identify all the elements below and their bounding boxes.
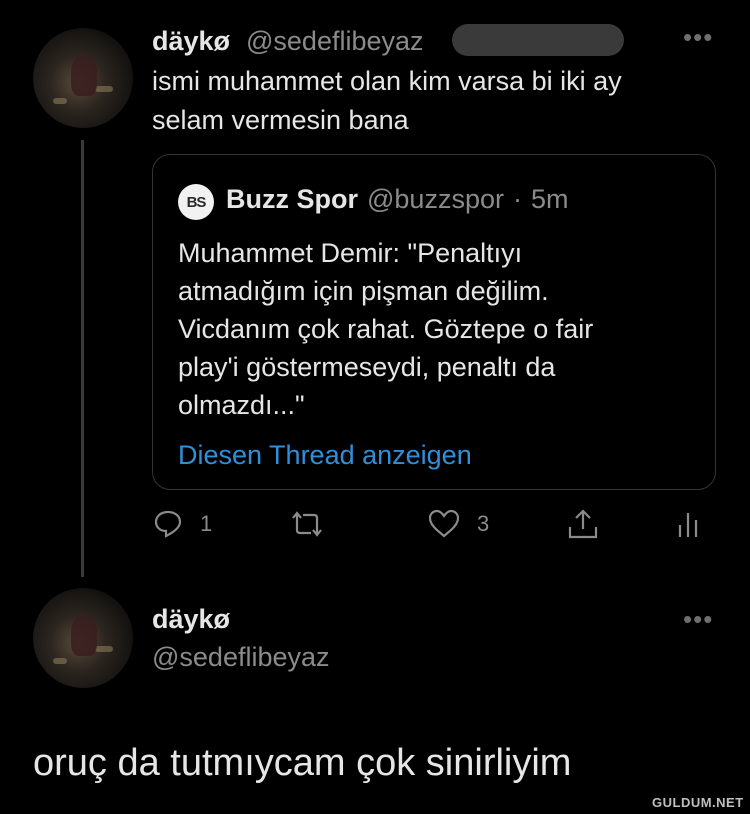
reply-author-handle[interactable]: @sedeflibeyaz [152, 642, 330, 673]
quoted-author-name[interactable]: Buzz Spor [226, 184, 358, 215]
reply-button[interactable]: 1 [152, 508, 212, 540]
analytics-icon [678, 513, 698, 537]
thread-connector-line [81, 140, 84, 577]
author-handle[interactable]: @sedeflibeyaz [246, 26, 424, 57]
retweet-button[interactable] [287, 508, 327, 540]
buzz-spor-logo-text: BS [186, 193, 207, 211]
quoted-text-line: olmazdı..." [178, 390, 305, 420]
like-count: 3 [477, 511, 490, 536]
quoted-header: Buzz Spor @buzzspor · 5m [226, 184, 568, 215]
quoted-author-handle[interactable]: @buzzspor [367, 184, 504, 215]
reply-text: oruç da tutmıycam çok sinirliyim [33, 742, 572, 784]
tweet-text: ismi muhammet olan kim varsa bi iki ay s… [152, 62, 712, 140]
analytics-button[interactable] [676, 508, 700, 540]
author-avatar[interactable] [33, 28, 133, 128]
more-horizontal-icon[interactable]: ••• [683, 22, 713, 53]
watermark: GULDUM.NET [652, 795, 744, 810]
quoted-time[interactable]: 5m [531, 184, 569, 215]
show-thread-link[interactable]: Diesen Thread anzeigen [178, 440, 472, 471]
buzz-spor-logo: BS [178, 184, 214, 220]
quoted-text: Muhammet Demir: "Penaltıyı atmadığım içi… [178, 234, 698, 424]
more-horizontal-icon[interactable]: ••• [683, 604, 713, 635]
tweet-text-line: selam vermesin bana [152, 105, 409, 135]
heart-icon [428, 509, 460, 538]
reply-count: 1 [200, 511, 213, 536]
share-icon [568, 509, 598, 539]
like-button[interactable]: 3 [427, 508, 489, 540]
retweet-icon [292, 511, 322, 537]
reply-icon [154, 510, 182, 538]
quoted-text-line: atmadığım için pişman değilim. [178, 276, 549, 306]
reply-author-name[interactable]: däykø [152, 604, 230, 635]
quoted-tweet-card[interactable]: BS Buzz Spor @buzzspor · 5m Muhammet Dem… [152, 154, 716, 490]
redacted-blur [452, 24, 624, 56]
reply-author-avatar[interactable] [33, 588, 133, 688]
tweet-text-line: ismi muhammet olan kim varsa bi iki ay [152, 66, 622, 96]
quoted-text-line: play'i göstermeseydi, penaltı da [178, 352, 556, 382]
quoted-text-line: Muhammet Demir: "Penaltıyı [178, 238, 523, 268]
author-name[interactable]: däykø [152, 26, 230, 57]
quoted-separator: · [512, 184, 522, 214]
share-button[interactable] [566, 507, 600, 541]
quoted-text-line: Vicdanım çok rahat. Göztepe o fair [178, 314, 594, 344]
